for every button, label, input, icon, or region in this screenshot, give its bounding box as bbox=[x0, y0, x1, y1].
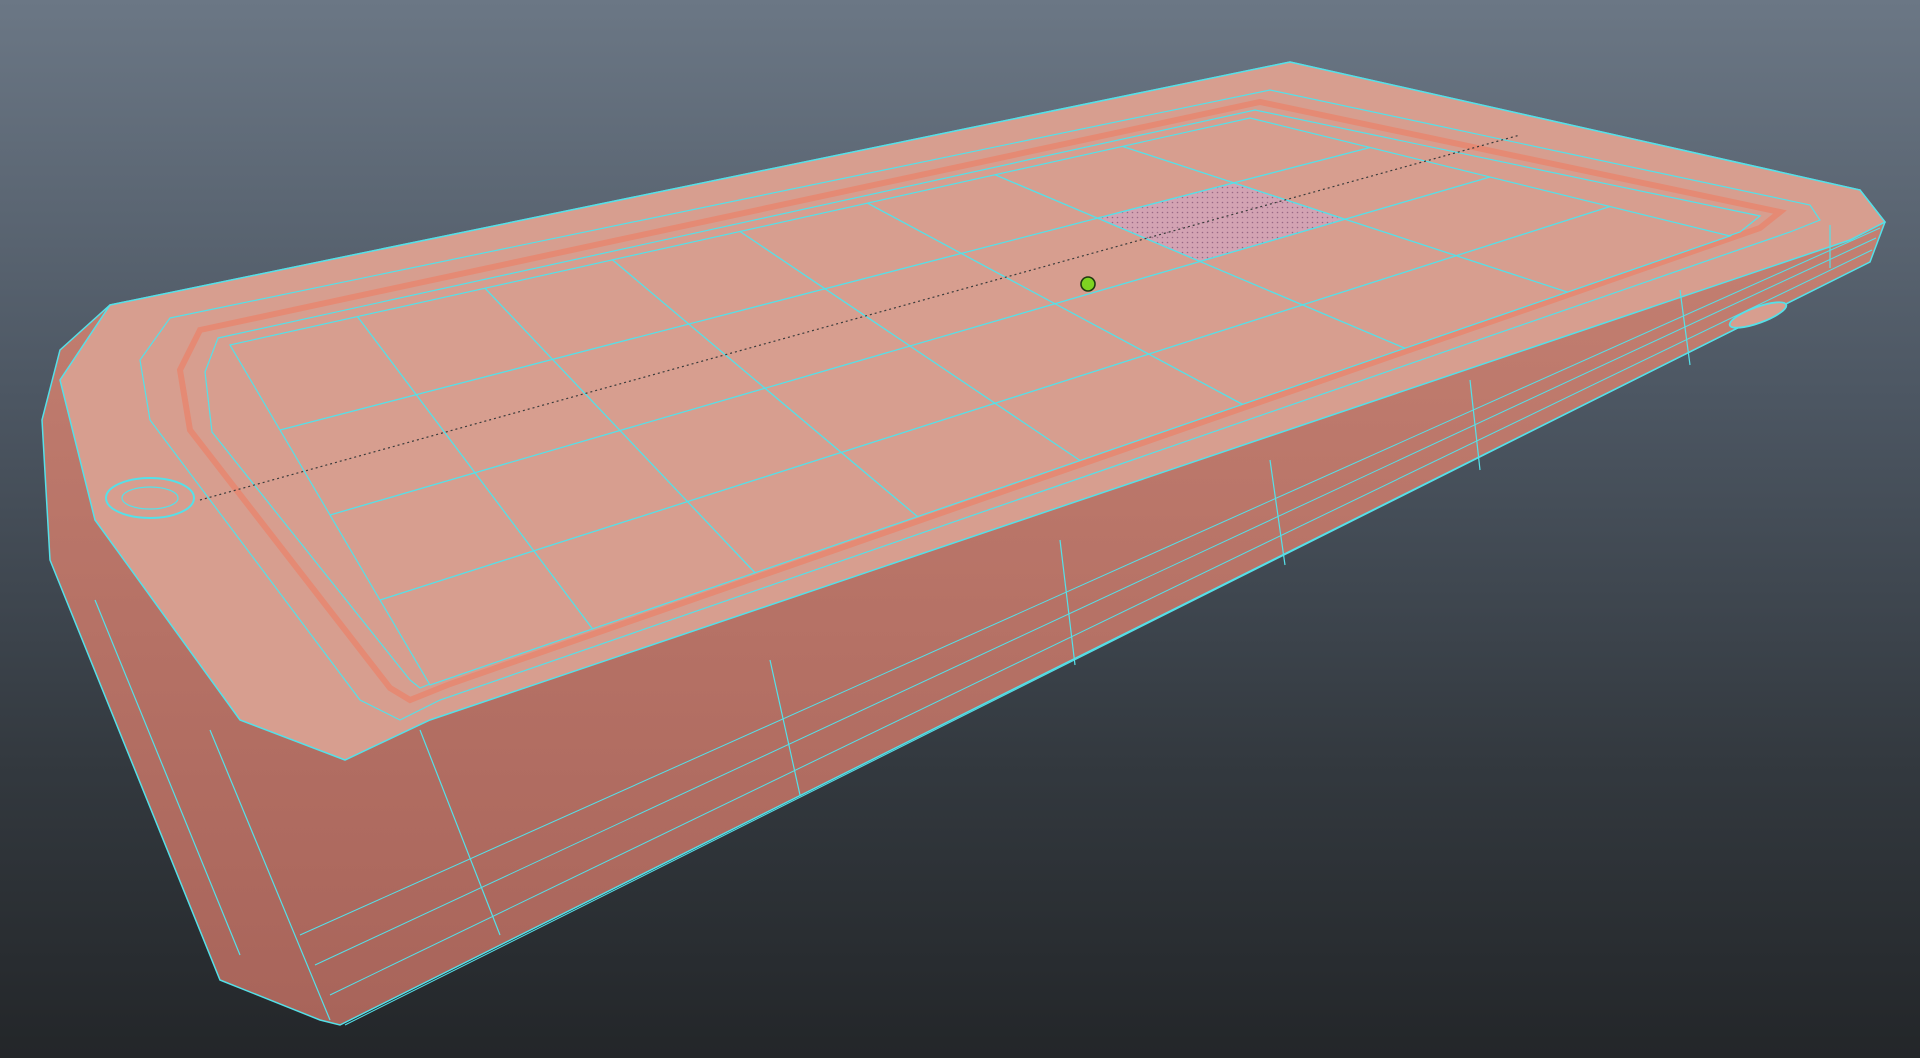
viewport-canvas[interactable] bbox=[0, 0, 1920, 1058]
speaker-slot bbox=[105, 477, 195, 519]
3d-viewport[interactable] bbox=[0, 0, 1920, 1058]
pivot-point bbox=[1080, 276, 1096, 292]
